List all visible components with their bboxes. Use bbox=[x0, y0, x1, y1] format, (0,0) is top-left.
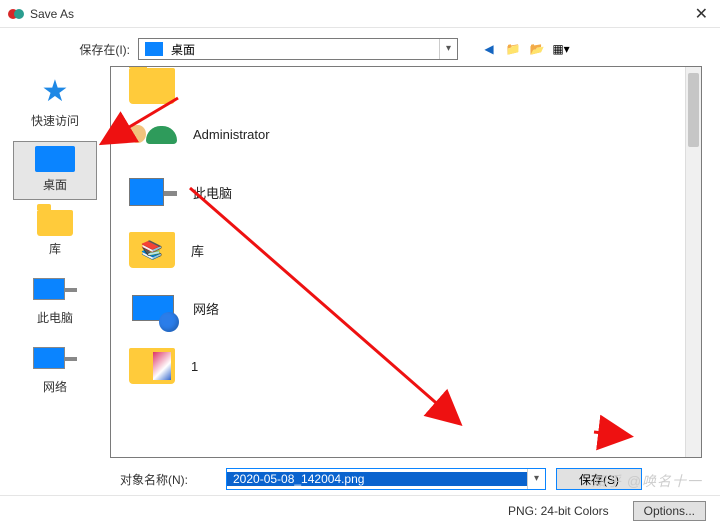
file-item-administrator[interactable]: Administrator bbox=[111, 105, 685, 163]
desktop-icon bbox=[35, 146, 75, 172]
vertical-scrollbar[interactable] bbox=[685, 67, 701, 457]
filename-input[interactable]: 2020-05-08_142004.png ▾ bbox=[226, 468, 546, 490]
chevron-down-icon[interactable]: ▾ bbox=[439, 39, 457, 59]
app-icon bbox=[8, 6, 24, 22]
status-bar: PNG: 24-bit Colors Options... bbox=[0, 495, 720, 525]
places-sidebar: ★ 快速访问 桌面 库 此电脑 网络 bbox=[0, 66, 110, 458]
desktop-icon bbox=[145, 42, 163, 56]
network-icon bbox=[33, 342, 77, 374]
options-button[interactable]: Options... bbox=[633, 501, 706, 521]
file-item-folder[interactable] bbox=[111, 67, 685, 105]
status-format: PNG: 24-bit Colors bbox=[508, 504, 609, 518]
filename-value: 2020-05-08_142004.png bbox=[227, 472, 527, 486]
network-icon bbox=[129, 286, 177, 330]
sidebar-label: 快速访问 bbox=[31, 112, 79, 129]
lookin-value: 桌面 bbox=[169, 41, 439, 58]
file-item-network[interactable]: 网络 bbox=[111, 279, 685, 337]
chevron-down-icon[interactable]: ▾ bbox=[527, 469, 545, 489]
file-label: 库 bbox=[191, 241, 204, 260]
image-folder-icon bbox=[129, 348, 175, 384]
lookin-row: 保存在(I): 桌面 ▾ ◀ 📁 📂 ▦▾ bbox=[0, 28, 720, 66]
file-list[interactable]: Administrator 此电脑 库 网络 1 bbox=[111, 67, 685, 457]
sidebar-label: 库 bbox=[49, 240, 61, 257]
up-icon[interactable]: 📁 bbox=[504, 40, 522, 58]
file-item-libraries[interactable]: 库 bbox=[111, 221, 685, 279]
library-icon bbox=[129, 232, 175, 268]
file-pane: Administrator 此电脑 库 网络 1 bbox=[110, 66, 702, 458]
file-item-this-pc[interactable]: 此电脑 bbox=[111, 163, 685, 221]
pc-icon bbox=[33, 273, 77, 305]
file-label: 网络 bbox=[193, 299, 219, 318]
sidebar-place-desktop[interactable]: 桌面 bbox=[13, 141, 97, 200]
main-area: ★ 快速访问 桌面 库 此电脑 网络 Administra bbox=[0, 66, 720, 458]
sidebar-label: 网络 bbox=[43, 378, 67, 395]
star-icon: ★ bbox=[33, 76, 77, 108]
close-button[interactable]: ✕ bbox=[691, 4, 712, 24]
user-icon bbox=[129, 112, 177, 156]
sidebar-place-network[interactable]: 网络 bbox=[13, 338, 97, 401]
filename-label: 对象名称(N): bbox=[120, 471, 216, 488]
sidebar-place-this-pc[interactable]: 此电脑 bbox=[13, 269, 97, 332]
nav-icons: ◀ 📁 📂 ▦▾ bbox=[480, 40, 570, 58]
window-title: Save As bbox=[30, 7, 74, 21]
file-item-one[interactable]: 1 bbox=[111, 337, 685, 395]
file-label: Administrator bbox=[193, 127, 270, 142]
sidebar-place-libraries[interactable]: 库 bbox=[13, 206, 97, 263]
folder-icon bbox=[37, 210, 73, 236]
sidebar-label: 此电脑 bbox=[37, 309, 73, 326]
file-label: 此电脑 bbox=[193, 183, 232, 202]
file-label: 1 bbox=[191, 359, 198, 374]
back-icon[interactable]: ◀ bbox=[480, 40, 498, 58]
lookin-combo[interactable]: 桌面 ▾ bbox=[138, 38, 458, 60]
pc-icon bbox=[129, 170, 177, 214]
folder-icon bbox=[129, 68, 175, 104]
view-menu-icon[interactable]: ▦▾ bbox=[552, 40, 570, 58]
scrollbar-thumb[interactable] bbox=[688, 73, 699, 147]
lookin-label: 保存在(I): bbox=[50, 41, 130, 58]
titlebar: Save As ✕ bbox=[0, 0, 720, 28]
sidebar-place-quick-access[interactable]: ★ 快速访问 bbox=[13, 72, 97, 135]
new-folder-icon[interactable]: 📂 bbox=[528, 40, 546, 58]
sidebar-label: 桌面 bbox=[43, 176, 67, 193]
save-button[interactable]: 保存(S) bbox=[556, 468, 642, 490]
